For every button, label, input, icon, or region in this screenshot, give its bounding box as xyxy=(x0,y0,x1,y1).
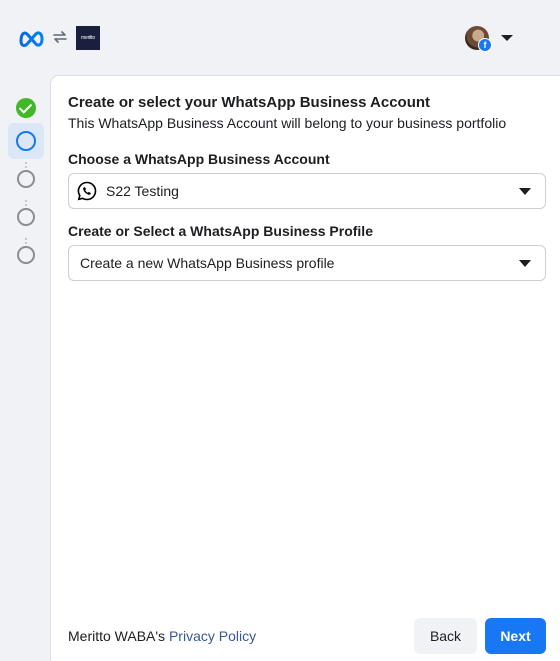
step-circle xyxy=(17,170,35,188)
caret-down-icon[interactable] xyxy=(501,35,513,41)
meta-infinity-logo-icon xyxy=(19,31,44,47)
caret-down-icon xyxy=(519,260,531,267)
selected-profile-text: Create a new WhatsApp Business profile xyxy=(80,255,335,271)
privacy-footer: Meritto WABA's Privacy Policy xyxy=(68,628,256,644)
step-circle xyxy=(16,131,36,151)
caret-down-icon xyxy=(519,188,531,195)
brand-logo: meritto xyxy=(76,26,100,50)
step-5-pending xyxy=(8,237,44,273)
step-circle xyxy=(17,208,35,226)
account-switcher[interactable]: f xyxy=(465,26,515,52)
whatsapp-icon xyxy=(77,181,97,201)
step-3-pending xyxy=(8,161,44,197)
profile-field-label: Create or Select a WhatsApp Business Pro… xyxy=(68,223,373,239)
back-button[interactable]: Back xyxy=(414,618,477,654)
whatsapp-profile-select[interactable]: Create a new WhatsApp Business profile xyxy=(68,245,546,281)
sync-arrows-icon xyxy=(53,31,67,43)
page-title: Create or select your WhatsApp Business … xyxy=(68,94,431,111)
facebook-badge-icon: f xyxy=(478,38,492,52)
top-bar: meritto f xyxy=(0,0,560,76)
step-2-current xyxy=(8,123,44,159)
progress-stepper xyxy=(0,76,51,661)
step-4-pending xyxy=(8,199,44,235)
selected-account-text: S22 Testing xyxy=(106,183,179,199)
page-subtitle: This WhatsApp Business Account will belo… xyxy=(68,115,507,131)
whatsapp-account-select[interactable]: S22 Testing xyxy=(68,173,546,209)
footer-prefix: Meritto WABA's xyxy=(68,628,169,644)
next-button[interactable]: Next xyxy=(485,618,546,654)
privacy-policy-link[interactable]: Privacy Policy xyxy=(169,628,256,644)
account-field-label: Choose a WhatsApp Business Account xyxy=(68,151,330,167)
step-1-completed xyxy=(8,90,44,126)
step-circle xyxy=(17,246,35,264)
main-panel: Create or select your WhatsApp Business … xyxy=(51,76,560,661)
